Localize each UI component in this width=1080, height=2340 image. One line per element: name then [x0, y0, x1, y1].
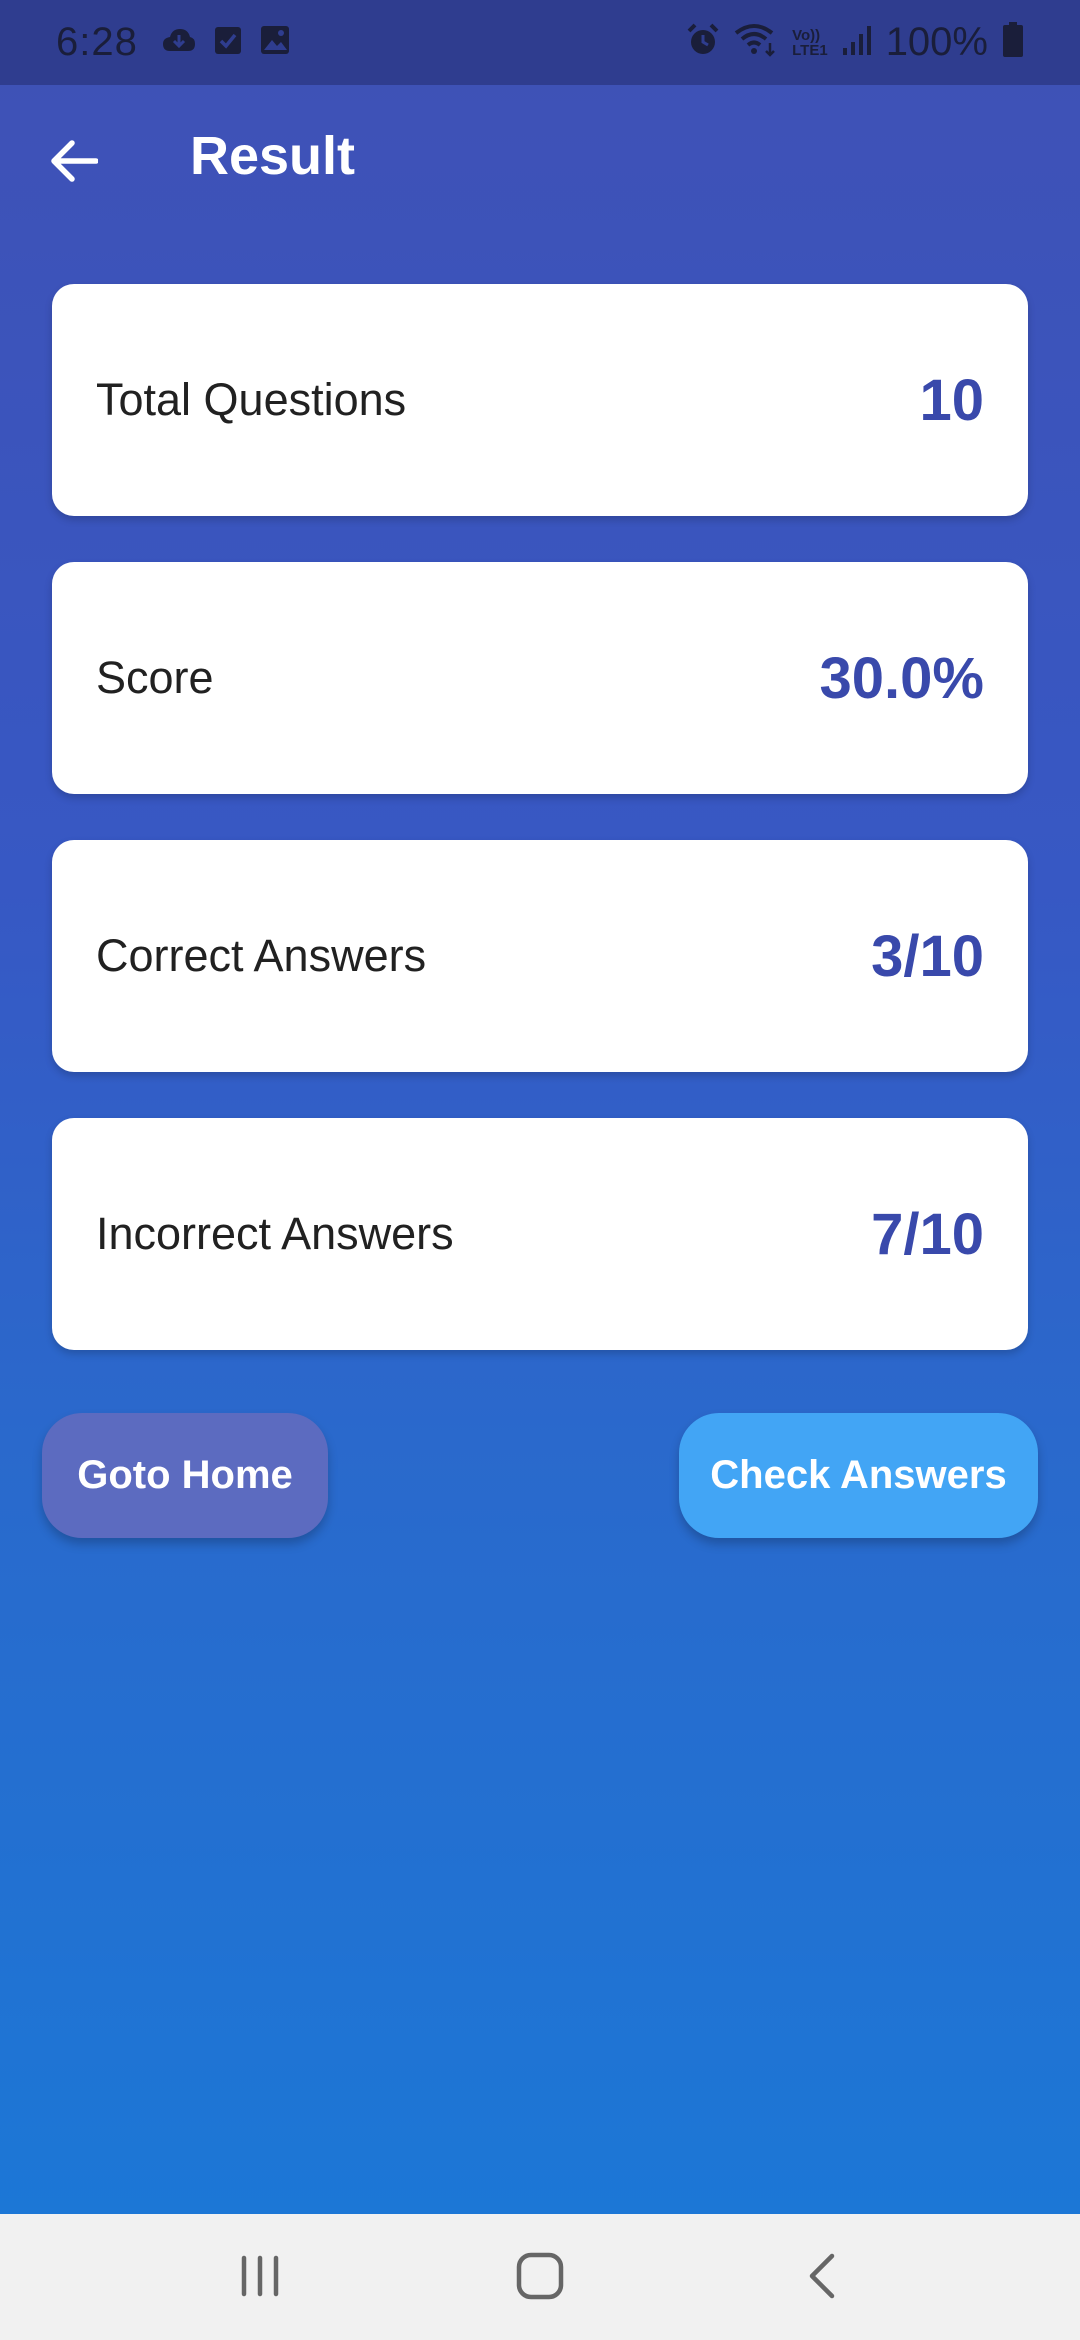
goto-home-button[interactable]: Goto Home: [42, 1413, 328, 1538]
card-value: 10: [919, 367, 984, 433]
chevron-left-icon: [809, 2253, 835, 2299]
card-label: Score: [96, 652, 214, 703]
total-questions-card: Total Questions 10: [52, 284, 1028, 516]
card-label: Incorrect Answers: [96, 1208, 454, 1259]
system-nav-bar: [0, 2214, 1080, 2340]
check-answers-button[interactable]: Check Answers: [679, 1413, 1038, 1538]
status-time: 6:28: [56, 20, 138, 64]
home-icon: [516, 2252, 564, 2300]
lte-label: LTE1: [792, 41, 828, 59]
recents-icon: [241, 2255, 279, 2297]
cloud-icon: [162, 27, 196, 58]
app-bar: Result: [0, 85, 1080, 235]
status-bar: 6:28 Vo)) LTE1 100%: [0, 0, 1080, 85]
volte-label: Vo)): [792, 26, 821, 44]
card-label: Correct Answers: [96, 930, 427, 981]
nav-back-button[interactable]: [800, 2252, 844, 2300]
back-button[interactable]: [40, 127, 108, 195]
alarm-icon: [686, 23, 720, 62]
battery-icon: [1002, 22, 1024, 63]
card-label: Total Questions: [96, 374, 407, 425]
recents-button[interactable]: [236, 2254, 284, 2298]
card-value: 30.0%: [819, 645, 984, 711]
arrow-back-icon: [51, 140, 98, 182]
correct-answers-card: Correct Answers 3/10: [52, 840, 1028, 1072]
home-button[interactable]: [514, 2250, 566, 2302]
battery-percent: 100%: [885, 20, 988, 64]
wifi-icon: [734, 23, 778, 62]
status-system-icons: Vo)) LTE1 100%: [686, 20, 1024, 65]
volte-icon: Vo)) LTE1: [792, 28, 828, 58]
status-notification-icons: [162, 25, 290, 60]
incorrect-answers-card: Incorrect Answers 7/10: [52, 1118, 1028, 1350]
signal-icon: [842, 24, 872, 61]
page-title: Result: [190, 126, 356, 186]
result-screen: 6:28 Vo)) LTE1 100% Result Total Questio…: [0, 0, 1080, 2214]
score-card: Score 30.0%: [52, 562, 1028, 794]
card-value: 3/10: [871, 923, 984, 989]
checkbox-icon: [214, 25, 242, 60]
image-icon: [260, 25, 290, 60]
card-value: 7/10: [871, 1201, 984, 1267]
